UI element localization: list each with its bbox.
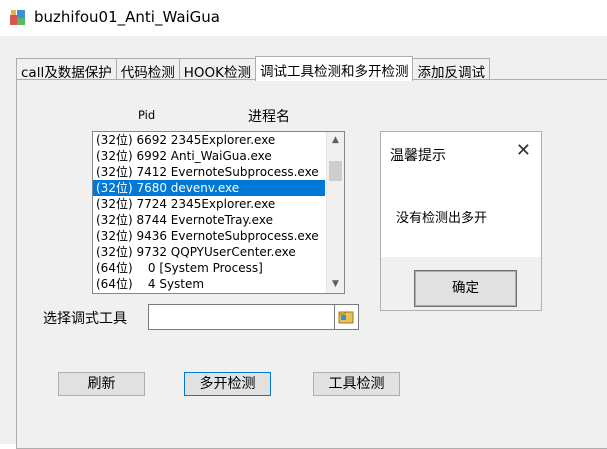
tab-code-detect[interactable]: 代码检测: [115, 58, 180, 81]
close-icon[interactable]: ✕: [516, 140, 531, 162]
refresh-button[interactable]: 刷新: [58, 372, 145, 396]
dialog-footer: 确定: [381, 257, 541, 310]
column-header-pid: Pid: [138, 108, 156, 122]
list-item[interactable]: (32位) 6692 2345Explorer.exe: [93, 132, 325, 148]
list-item[interactable]: (64位) 0 [System Process]: [93, 260, 325, 276]
list-item[interactable]: (32位) 8744 EvernoteTray.exe: [93, 212, 325, 228]
list-item[interactable]: (32位) 6992 Anti_WaiGua.exe: [93, 148, 325, 164]
process-listbox[interactable]: (32位) 6692 2345Explorer.exe (32位) 6992 A…: [92, 131, 345, 294]
folder-open-icon: [338, 311, 354, 324]
app-icon: [10, 10, 25, 25]
client-area: call及数据保护 代码检测 HOOK检测 调试工具检测和多开检测 添加反调试 …: [0, 36, 607, 449]
dialog-title: 温馨提示: [390, 148, 446, 164]
tab-strip: call及数据保护 代码检测 HOOK检测 调试工具检测和多开检测 添加反调试: [16, 56, 490, 81]
ok-button[interactable]: 确定: [414, 270, 517, 307]
tool-detect-button[interactable]: 工具检测: [313, 372, 400, 396]
multi-open-detect-button[interactable]: 多开检测: [184, 372, 271, 396]
select-tool-label: 选择调式工具: [43, 311, 127, 327]
vertical-scrollbar[interactable]: ▲ ▼: [326, 132, 344, 293]
tool-path-input[interactable]: [148, 304, 335, 330]
list-item[interactable]: (64位) 4 System: [93, 276, 325, 292]
tab-debugger-multi-detect[interactable]: 调试工具检测和多开检测: [254, 56, 414, 81]
dialog-message: 没有检测出多开: [396, 211, 488, 226]
list-item-selected[interactable]: (32位) 7680 devenv.exe: [93, 180, 325, 196]
list-item[interactable]: (32位) 9732 QQPYUserCenter.exe: [93, 244, 325, 260]
column-header-process-name: 进程名: [248, 109, 290, 125]
title-bar: buzhifou01_Anti_WaiGua: [0, 0, 607, 36]
scroll-thumb[interactable]: [329, 161, 342, 181]
tab-add-anti-debug[interactable]: 添加反调试: [412, 58, 490, 81]
tab-call-protect[interactable]: call及数据保护: [16, 58, 117, 81]
scroll-down-icon[interactable]: ▼: [327, 276, 344, 293]
browse-button[interactable]: [335, 304, 359, 330]
scroll-up-icon[interactable]: ▲: [327, 132, 344, 149]
list-item[interactable]: (32位) 7724 2345Explorer.exe: [93, 196, 325, 212]
list-item[interactable]: (32位) 7412 EvernoteSubprocess.exe: [93, 164, 325, 180]
window-title: buzhifou01_Anti_WaiGua: [34, 8, 220, 26]
message-dialog: 温馨提示 ✕ 没有检测出多开 确定: [380, 131, 542, 311]
tab-hook-detect[interactable]: HOOK检测: [178, 58, 256, 81]
list-item[interactable]: (32位) 9436 EvernoteSubprocess.exe: [93, 228, 325, 244]
